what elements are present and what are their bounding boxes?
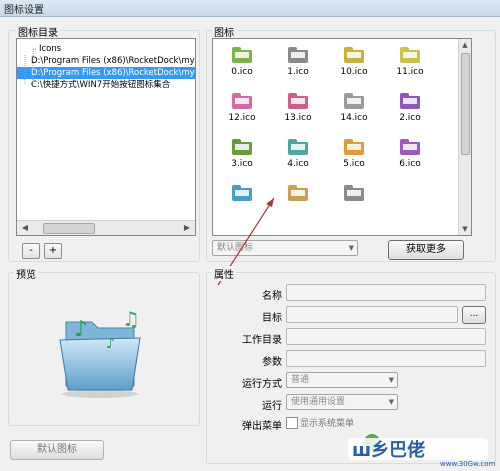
default-icon-button[interactable]: 默认图标 [10,440,104,460]
props-group-label: 属性 [212,266,236,281]
watermark-text: ш乡巴佬 [352,439,425,461]
run-label: 运行 [262,401,282,412]
chevron-down-icon: ▼ [388,398,394,406]
run-combo[interactable]: 使用通用设置 ▼ [286,394,398,410]
target-label: 目标 [262,313,282,324]
name-label: 名称 [262,291,282,302]
run-value: 使用通用设置 [291,397,346,407]
browse-button[interactable]: ... [462,306,486,324]
target-field[interactable] [286,306,458,323]
params-field[interactable] [286,350,486,367]
runmode-combo[interactable]: 普通 ▼ [286,372,398,388]
workdir-label: 工作目录 [242,335,282,346]
preview-group-label: 预览 [14,266,38,281]
watermark: ш乡巴佬 www.30Gw.com [328,428,498,468]
music-folder-preview-icon: ♪ ♫ ♪ [59,307,141,398]
watermark-url: www.30Gw.com [440,460,496,468]
popup-label: 弹出菜单 [242,421,282,432]
name-field[interactable] [286,284,486,301]
watermark-logo-icon: ш乡巴佬 www.30Gw.com [348,434,496,468]
chevron-down-icon: ▼ [388,376,394,384]
params-label: 参数 [262,357,282,368]
popup-checkbox[interactable] [286,417,298,429]
svg-text:♪: ♪ [74,317,88,342]
workdir-field[interactable] [286,328,486,345]
runmode-value: 普通 [291,375,310,385]
svg-text:♫: ♫ [122,307,140,331]
svg-text:♪: ♪ [106,336,115,352]
runmode-label: 运行方式 [242,379,282,390]
